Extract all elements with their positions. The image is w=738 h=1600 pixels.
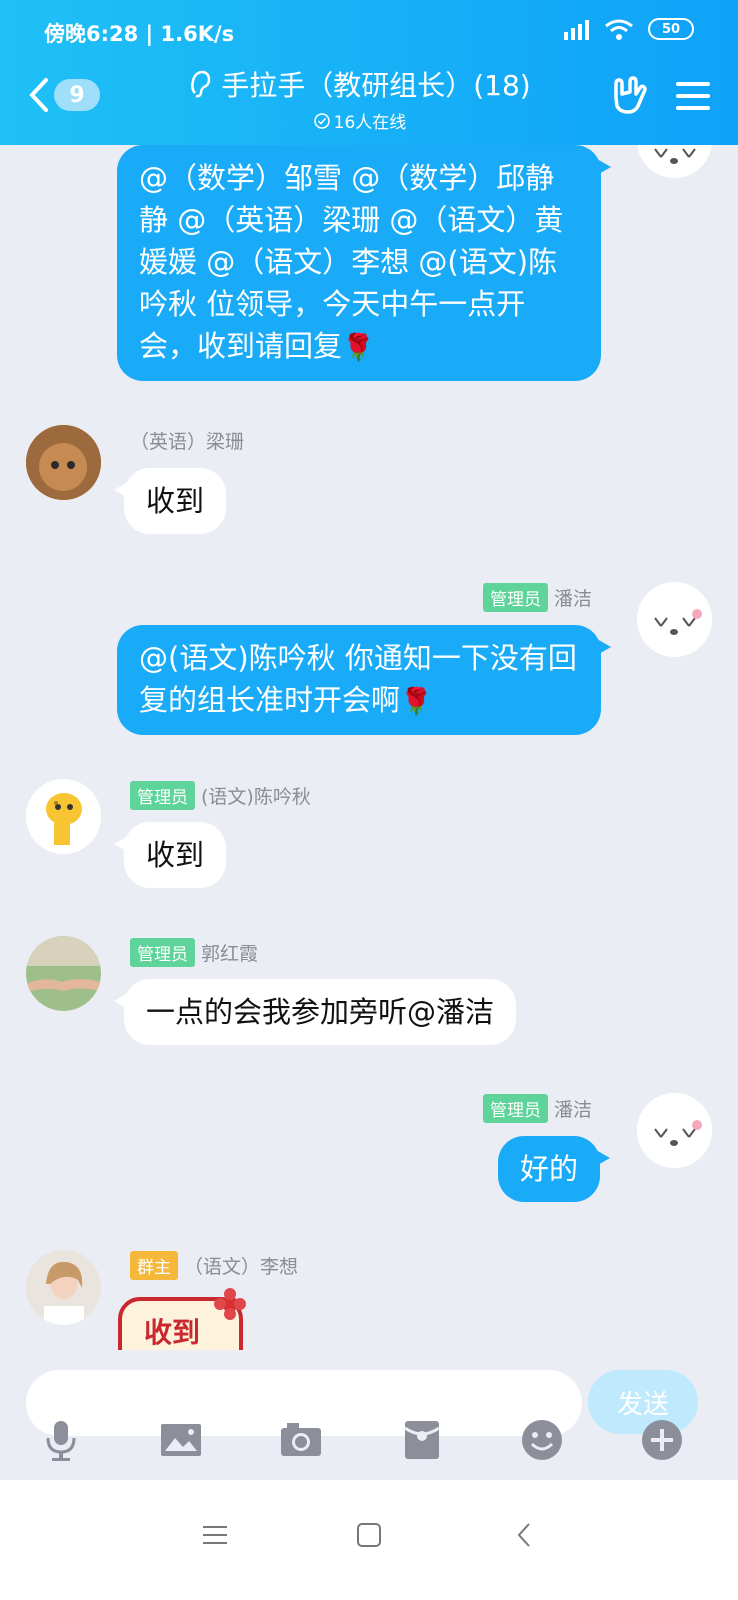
cat-avatar-icon xyxy=(637,145,712,178)
sender-name: (语文)陈吟秋 xyxy=(201,786,311,808)
sender-name: 潘洁 xyxy=(553,1099,592,1121)
menu-nav-icon[interactable] xyxy=(200,1520,230,1550)
message-text: @(语文)陈吟秋 你通知一下没有回复的组长准时开会啊 xyxy=(139,641,577,717)
signal-icon xyxy=(564,20,589,40)
plus-icon[interactable] xyxy=(640,1418,684,1462)
battery-indicator: 50 xyxy=(648,18,694,40)
message-bubble[interactable]: 收到 xyxy=(113,468,227,534)
status-time: 傍晚6:28 | 1.6K/s xyxy=(44,22,235,46)
admin-tag: 管理员 xyxy=(482,1094,548,1123)
avatar-self[interactable] xyxy=(637,145,712,178)
giraffe-avatar-icon xyxy=(26,779,101,854)
chat-title-area[interactable]: 手拉手（教研组长）(18) 16人在线 xyxy=(160,64,560,133)
message-bubble[interactable]: @（数学）邹雪 @（数学）邱静静 @（英语）梁珊 @（语文）黄媛媛 @（语文）李… xyxy=(117,145,611,381)
back-button[interactable]: 9 xyxy=(28,77,100,113)
check-circle-icon xyxy=(313,112,330,129)
sender-name: （英语）梁珊 xyxy=(130,431,245,453)
sender-info: 管理员 潘洁 xyxy=(482,583,592,612)
cat-avatar-icon xyxy=(637,582,712,657)
avatar-lixiang[interactable] xyxy=(26,1250,101,1325)
chevron-left-icon xyxy=(29,78,48,112)
home-nav-icon[interactable] xyxy=(354,1520,384,1550)
menu-icon[interactable] xyxy=(676,81,710,111)
admin-tag: 管理员 xyxy=(130,938,195,967)
rose-emoji-icon: 🌹 xyxy=(342,333,375,363)
status-icons: 50 xyxy=(562,18,694,40)
mic-icon[interactable] xyxy=(39,1418,83,1462)
ear-icon xyxy=(191,70,211,98)
cat-avatar-icon xyxy=(637,1093,712,1168)
wifi-icon xyxy=(605,19,633,40)
sender-info: 群主 （语文）李想 xyxy=(130,1251,298,1280)
hand-gesture-icon[interactable] xyxy=(610,76,648,116)
image-icon[interactable] xyxy=(159,1418,203,1462)
flower-icon xyxy=(214,1288,246,1320)
sticker-text: 收到 xyxy=(144,1316,201,1349)
kitten-avatar-icon xyxy=(26,425,101,500)
sender-info: 管理员 郭红霞 xyxy=(130,938,258,967)
holding-hands-avatar-icon xyxy=(26,936,101,1011)
emoji-icon[interactable] xyxy=(520,1418,564,1462)
avatar-guohongxia[interactable] xyxy=(26,936,101,1011)
avatar-liangshan[interactable] xyxy=(26,425,101,500)
camera-icon[interactable] xyxy=(279,1418,323,1462)
system-nav-bar xyxy=(0,1480,738,1600)
online-count: 16人在线 xyxy=(333,113,407,133)
avatar-self[interactable] xyxy=(637,582,712,657)
message-list[interactable]: @（数学）邹雪 @（数学）邱静静 @（英语）梁珊 @（语文）黄媛媛 @（语文）李… xyxy=(0,145,738,1350)
sender-info: 管理员 潘洁 xyxy=(482,1094,592,1123)
message-bubble[interactable]: 收到 xyxy=(113,822,227,888)
unread-badge: 9 xyxy=(54,79,100,111)
chat-title: 手拉手（教研组长）(18) xyxy=(221,69,531,102)
sender-name: （语文）李想 xyxy=(184,1256,299,1278)
owner-tag: 群主 xyxy=(130,1251,178,1280)
app-header: 傍晚6:28 | 1.6K/s 50 9 手拉手（教研组长）(18) 16人在线 xyxy=(0,0,738,145)
avatar-self[interactable] xyxy=(637,1093,712,1168)
message-bubble[interactable]: 一点的会我参加旁听@潘洁 xyxy=(113,979,517,1045)
red-packet-icon[interactable] xyxy=(400,1418,444,1462)
avatar-chenyinqiu[interactable] xyxy=(26,779,101,854)
back-nav-icon[interactable] xyxy=(510,1520,540,1550)
admin-tag: 管理员 xyxy=(482,583,548,612)
portrait-avatar-icon xyxy=(26,1250,101,1325)
composer-toolbar xyxy=(0,1408,738,1480)
sender-info: 管理员 (语文)陈吟秋 xyxy=(130,781,311,810)
sender-name: 郭红霞 xyxy=(201,943,259,965)
rose-emoji-icon: 🌹 xyxy=(400,687,433,717)
sticker-message[interactable]: 收到 xyxy=(118,1288,246,1350)
sender-name: 潘洁 xyxy=(553,588,592,610)
message-bubble[interactable]: @(语文)陈吟秋 你通知一下没有回复的组长准时开会啊🌹 xyxy=(117,625,611,735)
admin-tag: 管理员 xyxy=(130,781,195,810)
message-bubble[interactable]: 好的 xyxy=(497,1136,611,1202)
